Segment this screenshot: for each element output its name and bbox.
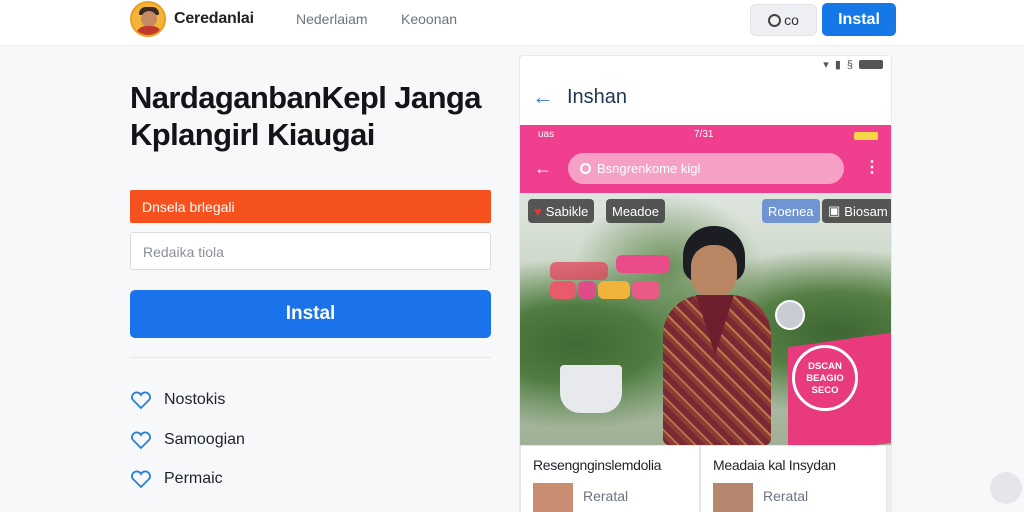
divider	[130, 357, 491, 358]
sync-icon: §	[846, 58, 853, 71]
circle-icon	[768, 13, 782, 27]
chip-label: Biosam	[844, 203, 888, 219]
app-header: uas 7/31 ← Bsngrenkome kigl ⋮	[520, 125, 891, 193]
sticker-tag	[550, 262, 608, 280]
back-arrow-icon[interactable]: ←	[534, 158, 552, 179]
inner-status-bar: uas 7/31	[520, 129, 891, 143]
feature-photo: ♥ Sabikle Meadoe Roenea ▣ Biosam DSCAN B…	[520, 193, 891, 445]
chip-label: Roenea	[768, 203, 814, 219]
hero-title: NardaganbanKepl Janga Kplangirl Kiaugai	[130, 80, 481, 152]
card-title: Resengnginslemdolia	[533, 457, 662, 473]
battery-icon	[859, 60, 883, 69]
avatar[interactable]	[775, 300, 805, 330]
back-arrow-icon[interactable]: ←	[532, 84, 554, 110]
sticker-tag	[598, 281, 630, 299]
promo-banner[interactable]: Dnsela brlegali	[130, 190, 491, 223]
more-menu-icon[interactable]: ⋮	[864, 157, 880, 177]
feature-label: Samoogian	[164, 431, 245, 448]
status-bar: ▾ ▮ §	[823, 58, 883, 71]
status-label: uas	[538, 129, 555, 140]
app-title: Inshan	[567, 86, 628, 108]
heart-icon	[131, 391, 151, 410]
sticker-tag	[632, 281, 660, 299]
chip-roenea[interactable]: Roenea	[762, 199, 820, 223]
battery-icon	[854, 132, 878, 140]
heart-icon	[131, 431, 151, 450]
search-input[interactable]: Bsngrenkome kigl	[568, 153, 844, 184]
top-bar: Ceredanlai Nederlaiam Keoonan co Instal	[0, 0, 1024, 46]
feature-item: Nostokis	[130, 388, 225, 412]
feature-item: Samoogian	[130, 428, 245, 452]
feature-label: Nostokis	[164, 391, 226, 408]
phone-mockup: ▾ ▮ § ← Inshan uas 7/31 ← Bsngrenkome ki…	[520, 56, 891, 512]
chip-biosam[interactable]: ▣ Biosam	[822, 199, 891, 223]
content-card[interactable]: Meadaia kal Insydan Reratal	[700, 445, 887, 512]
bookmark-icon: ▣	[828, 203, 841, 218]
chip-label: Sabikle	[545, 203, 589, 219]
avatar-logo-icon[interactable]	[130, 1, 166, 37]
install-button-header[interactable]: Instal	[822, 3, 896, 36]
brand-name[interactable]: Ceredanlai	[174, 10, 254, 28]
search-icon	[580, 163, 591, 174]
feature-label: Permaic	[164, 470, 223, 487]
chip-meadoe[interactable]: Meadoe	[606, 199, 665, 223]
sticker-tag	[616, 255, 670, 273]
content-card[interactable]: Resengnginslemdolia Reratal	[520, 445, 700, 512]
chip-sabikle[interactable]: ♥ Sabikle	[528, 199, 595, 223]
heart-icon: ♥	[534, 203, 542, 219]
sticker-tag	[550, 281, 576, 299]
heart-icon	[131, 470, 151, 489]
floating-action-button[interactable]	[990, 472, 1022, 504]
card-row: Resengnginslemdolia Reratal Meadaia kal …	[520, 445, 891, 512]
promo-badge[interactable]: DSCAN BEAGIO SECO	[792, 345, 858, 411]
nav-link-1[interactable]: Nederlaiam	[296, 11, 368, 27]
card-thumbnail	[713, 483, 753, 512]
card-thumbnail	[533, 483, 573, 512]
text-input[interactable]: Redaika tiola	[130, 232, 491, 270]
sticker-tag	[578, 281, 596, 299]
card-title: Meadaia kal Insydan	[713, 457, 836, 473]
status-time: 7/31	[694, 129, 714, 140]
wifi-icon: ▾	[823, 59, 829, 71]
card-subtitle: Reratal	[763, 488, 809, 504]
card-subtitle: Reratal	[583, 488, 629, 504]
signal-icon: ▮	[834, 59, 841, 71]
secondary-button[interactable]: co	[750, 4, 817, 36]
search-placeholder: Bsngrenkome kigl	[597, 161, 701, 176]
chip-label: Meadoe	[612, 203, 659, 219]
secondary-button-label: co	[784, 12, 799, 28]
feature-item: Permaic	[130, 467, 223, 491]
nav-link-2[interactable]: Keoonan	[401, 11, 457, 27]
install-button[interactable]: Instal	[130, 290, 491, 338]
